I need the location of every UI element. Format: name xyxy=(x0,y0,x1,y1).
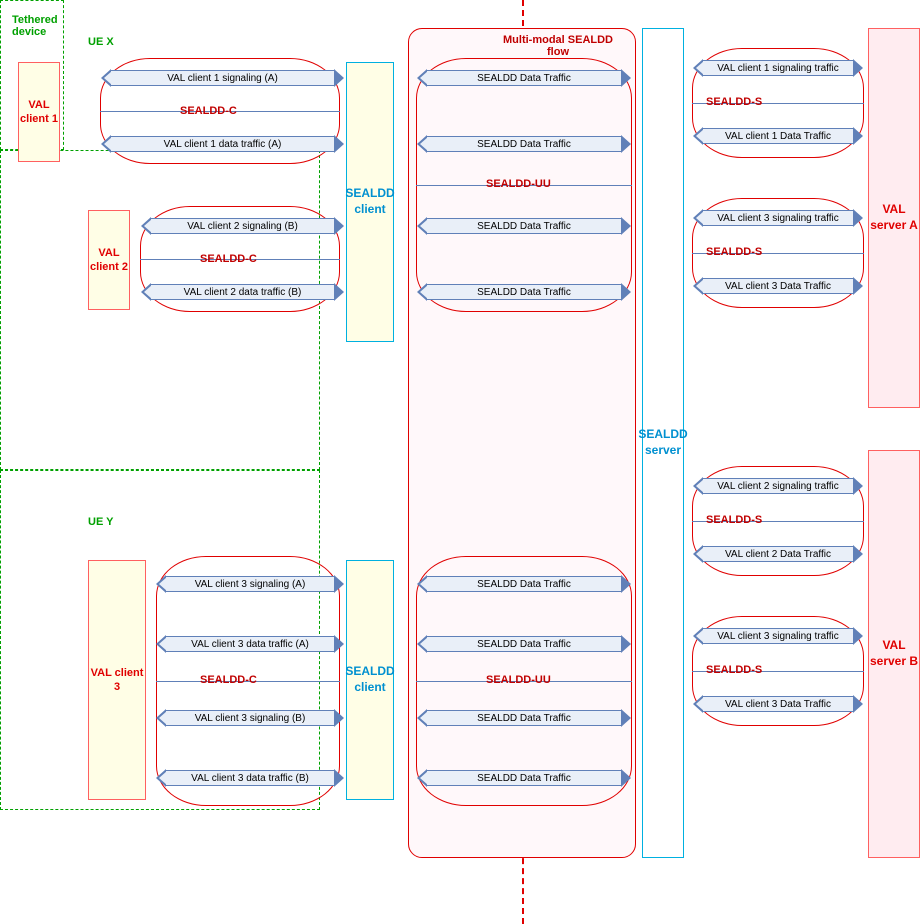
arrow-s-c2-sig: VAL client 2 signaling traffic xyxy=(702,478,854,494)
ue-y-label: UE Y xyxy=(88,516,113,528)
sealdd-c-label-2: SEALDD-C xyxy=(200,253,257,265)
sealdd-uu-label-top: SEALDD-UU xyxy=(486,178,551,190)
arrow-sealdd-bot-3: SEALDD Data Traffic xyxy=(426,710,622,726)
sealdd-c-label-1: SEALDD-C xyxy=(180,105,237,117)
arrow-sealdd-top-1: SEALDD Data Traffic xyxy=(426,70,622,86)
arrow-s-c2-data: VAL client 2 Data Traffic xyxy=(702,546,854,562)
arrow-c2-data-b: VAL client 2 data traffic (B) xyxy=(150,284,335,300)
arrow-sealdd-top-2: SEALDD Data Traffic xyxy=(426,136,622,152)
sealdd-c-label-3: SEALDD-C xyxy=(200,674,257,686)
arrow-c3-sig-a: VAL client 3 signaling (A) xyxy=(165,576,335,592)
val-client-2: VAL client 2 xyxy=(88,210,130,310)
arrow-s-c3-sig-a: VAL client 3 signaling traffic xyxy=(702,210,854,226)
arrow-sealdd-top-3: SEALDD Data Traffic xyxy=(426,218,622,234)
arrow-sealdd-bot-2: SEALDD Data Traffic xyxy=(426,636,622,652)
sealdd-s-label-b2: SEALDD-S xyxy=(706,664,762,676)
arrow-s-c1-sig: VAL client 1 signaling traffic xyxy=(702,60,854,76)
ue-x-label: UE X xyxy=(88,36,114,48)
sealdd-client-x: SEALDD client xyxy=(346,62,394,342)
arrow-s-c3-data-a: VAL client 3 Data Traffic xyxy=(702,278,854,294)
arrow-s-c1-data: VAL client 1 Data Traffic xyxy=(702,128,854,144)
multimodal-flow-label: Multi-modal SEALDD flow xyxy=(498,34,618,58)
arrow-c3-data-a: VAL client 3 data traffic (A) xyxy=(165,636,335,652)
sealdd-s-label-a1: SEALDD-S xyxy=(706,96,762,108)
arrow-c3-sig-b: VAL client 3 signaling (B) xyxy=(165,710,335,726)
arrow-s-c3-sig-b: VAL client 3 signaling traffic xyxy=(702,628,854,644)
arrow-c2-sig-b: VAL client 2 signaling (B) xyxy=(150,218,335,234)
sealdd-uu-label-bottom: SEALDD-UU xyxy=(486,674,551,686)
arrow-c1-sig-a: VAL client 1 signaling (A) xyxy=(110,70,335,86)
sealdd-server: SEALDD server xyxy=(642,28,684,858)
sealdd-s-label-b1: SEALDD-S xyxy=(706,514,762,526)
val-client-1: VAL client 1 xyxy=(18,62,60,162)
tethered-device-label: Tethered device xyxy=(12,14,67,38)
arrow-c3-data-b: VAL client 3 data traffic (B) xyxy=(165,770,335,786)
sealdd-s-label-a2: SEALDD-S xyxy=(706,246,762,258)
sealdd-client-y: SEALDD client xyxy=(346,560,394,800)
arrow-s-c3-data-b: VAL client 3 Data Traffic xyxy=(702,696,854,712)
arrow-sealdd-bot-1: SEALDD Data Traffic xyxy=(426,576,622,592)
val-client-3: VAL client 3 xyxy=(88,560,146,800)
arrow-c1-data-a: VAL client 1 data traffic (A) xyxy=(110,136,335,152)
arrow-sealdd-top-4: SEALDD Data Traffic xyxy=(426,284,622,300)
arrow-sealdd-bot-4: SEALDD Data Traffic xyxy=(426,770,622,786)
val-server-b: VAL server B xyxy=(868,450,920,858)
val-server-a: VAL server A xyxy=(868,28,920,408)
